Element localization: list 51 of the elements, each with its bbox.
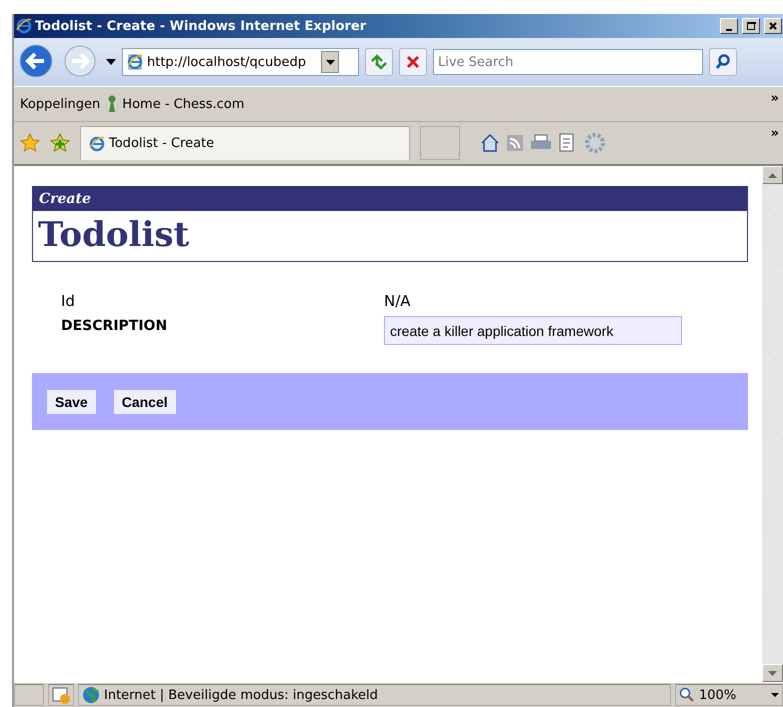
search-icon [715, 54, 731, 70]
browser-tab[interactable]: Todolist - Create [80, 126, 410, 160]
overflow-chevron[interactable]: » [770, 91, 779, 106]
minimize-button[interactable] [720, 18, 738, 34]
refresh-arrows-icon [370, 54, 388, 70]
field-label: DESCRIPTION [61, 318, 168, 334]
scroll-down-button[interactable] [762, 664, 783, 682]
field-label: Id [61, 292, 75, 310]
links-bar-label: Koppelingen [20, 96, 100, 112]
field-value: N/A [384, 292, 411, 310]
input-field[interactable]: create a killer application framework [384, 316, 682, 345]
address-bar[interactable]: http://localhost/qcubedp [122, 48, 359, 76]
add-favorite-icon[interactable] [50, 133, 70, 153]
zoom-control[interactable]: 100% [675, 684, 783, 706]
caret-icon [771, 693, 779, 697]
window-title: Todolist - Create - Windows Internet Explorer [35, 18, 368, 34]
favorites-star-icon[interactable] [20, 133, 40, 153]
scroll-up-button[interactable] [762, 166, 783, 184]
overflow-chevron[interactable]: » [770, 126, 779, 141]
maximize-icon [746, 21, 756, 31]
form-button[interactable]: Save [47, 390, 96, 414]
caret-icon [326, 60, 334, 64]
zoom-magnifier-icon [679, 687, 695, 703]
home-icon[interactable] [480, 133, 500, 153]
close-button[interactable] [764, 18, 782, 34]
scrollbar[interactable] [762, 166, 783, 682]
refresh-button[interactable] [365, 48, 393, 76]
form-button[interactable]: Cancel [114, 390, 176, 414]
browser-icon [16, 18, 32, 34]
security-zone-text: Internet | Beveiligde modus: ingeschakeld [104, 688, 378, 702]
dropdown-button[interactable] [321, 51, 339, 73]
page-heading: Todolist [37, 214, 190, 257]
warning-page-icon [52, 686, 70, 704]
page-subtitle: Create [33, 187, 747, 211]
chess-pawn-icon [106, 95, 118, 113]
page-icon [127, 54, 143, 70]
globe-icon [82, 686, 100, 704]
minimize-icon [726, 28, 732, 30]
browser-icon [89, 136, 105, 152]
status-panel [14, 684, 44, 706]
search-field[interactable]: Live Search [433, 49, 703, 75]
printer-icon[interactable] [530, 134, 552, 152]
up-triangle-icon [768, 172, 777, 178]
stop-button[interactable] [399, 48, 427, 76]
favorite-link[interactable]: Home - Chess.com [106, 95, 244, 113]
stop-cross-icon [406, 55, 420, 69]
down-triangle-icon [768, 670, 777, 676]
dropdown-arrow-icon[interactable] [106, 59, 116, 65]
maximize-button[interactable] [742, 18, 760, 34]
close-icon [768, 21, 778, 31]
search-button[interactable] [709, 48, 737, 76]
